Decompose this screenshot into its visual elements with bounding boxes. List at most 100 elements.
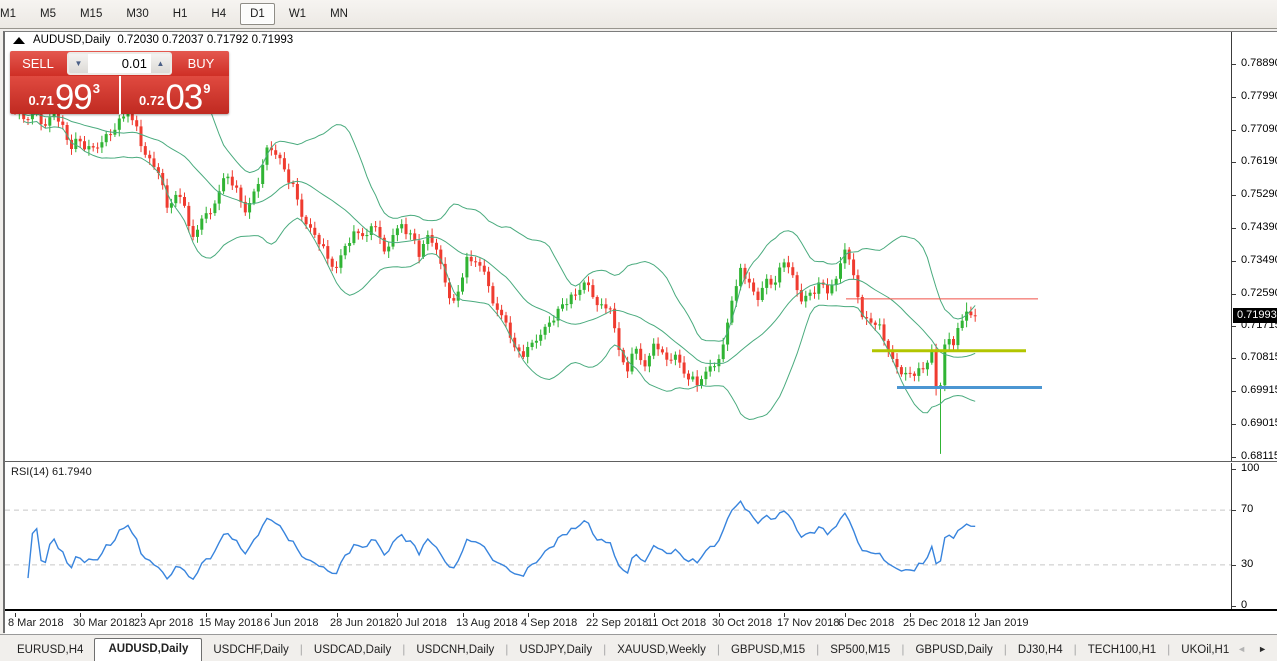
scroll-tabs-left-icon[interactable]: ◄ [1237, 644, 1246, 654]
rsi-indicator-panel[interactable]: RSI(14) 61.7940 100 70 30 0 [5, 463, 1277, 611]
chart-tab-usdcnh-daily[interactable]: USDCNH,Daily [405, 640, 505, 661]
chart-tab-sp500-m15[interactable]: SP500,M15 [819, 640, 901, 661]
price-tick [1232, 294, 1236, 295]
rsi-tick [1232, 565, 1236, 566]
date-tick-label: 28 Jun 2018 [330, 617, 391, 629]
timeframe-buttons: M1M5M15M30H1H4D1W1MN [0, 2, 360, 26]
rsi-indicator-label: RSI(14) 61.7940 [11, 466, 92, 478]
price-tick [1232, 424, 1236, 425]
timeframe-button-d1[interactable]: D1 [240, 3, 275, 25]
date-tick-label: 23 Apr 2018 [134, 617, 193, 629]
date-tick-label: 15 May 2018 [199, 617, 263, 629]
chart-tab-usdchf-daily[interactable]: USDCHF,Daily [202, 640, 299, 661]
sell-price-pip: 3 [93, 81, 100, 96]
price-tick [1232, 358, 1236, 359]
chart-tab-eurusd-h4[interactable]: EURUSD,H4 [6, 640, 94, 661]
timeframe-button-h1[interactable]: H1 [163, 3, 198, 25]
rsi-tick-label: 70 [1241, 503, 1253, 515]
chart-tabs: EURUSD,H4AUDUSD,DailyUSDCHF,Daily|USDCAD… [6, 637, 1237, 661]
date-tick-label: 30 Oct 2018 [712, 617, 772, 629]
chart-tab-bar: EURUSD,H4AUDUSD,DailyUSDCHF,Daily|USDCAD… [0, 634, 1277, 661]
tab-scroll-controls: ◄ ► [1237, 644, 1277, 661]
current-price-badge: 0.71993 [1233, 308, 1277, 323]
chart-tab-dj30-h4[interactable]: DJ30,H4 [1007, 640, 1074, 661]
chart-shift-marker-icon [12, 35, 26, 45]
price-tick-label: 0.72590 [1241, 287, 1277, 299]
chart-tab-ukoil-h1[interactable]: UKOil,H1 [1170, 640, 1237, 661]
price-tick [1232, 391, 1236, 392]
rsi-tick-label: 100 [1241, 463, 1259, 474]
sell-price-display[interactable]: 0.71 99 3 [10, 76, 119, 114]
price-tick [1232, 97, 1236, 98]
price-tick [1232, 228, 1236, 229]
price-tick [1232, 64, 1236, 65]
date-tick-label: 4 Sep 2018 [521, 617, 577, 629]
date-tick-label: 25 Dec 2018 [903, 617, 965, 629]
chart-tab-audusd-daily[interactable]: AUDUSD,Daily [94, 638, 202, 661]
price-tick-label: 0.77990 [1241, 90, 1277, 102]
chart-title: AUDUSD,Daily [33, 34, 110, 46]
date-tick-label: 6 Jun 2018 [264, 617, 318, 629]
chart-tab-xauusd-weekly[interactable]: XAUUSD,Weekly [606, 640, 717, 661]
date-tick-label: 30 Mar 2018 [73, 617, 135, 629]
timeframe-button-m5[interactable]: M5 [30, 3, 66, 25]
price-tick [1232, 326, 1236, 327]
price-chart-panel[interactable]: 0.788900.779900.770900.761900.752900.743… [5, 32, 1277, 462]
price-tick [1232, 195, 1236, 196]
price-tick-label: 0.76190 [1241, 155, 1277, 167]
sell-button[interactable]: SELL [10, 51, 66, 76]
buy-price-big: 03 [165, 84, 202, 113]
timeframe-button-m15[interactable]: M15 [70, 3, 112, 25]
chart-tab-tech100-h1[interactable]: TECH100,H1 [1077, 640, 1167, 661]
chart-ohlc-values: 0.72030 0.72037 0.71792 0.71993 [117, 34, 293, 46]
date-tick-label: 17 Nov 2018 [777, 617, 839, 629]
chart-window: 0.788900.779900.770900.761900.752900.743… [3, 31, 1277, 633]
price-tick-label: 0.70815 [1241, 351, 1277, 363]
price-tick-label: 0.77090 [1241, 123, 1277, 135]
timeframe-button-m30[interactable]: M30 [116, 3, 158, 25]
volume-decrease-button[interactable]: ▼ [69, 54, 88, 73]
chart-tab-gbpusd-daily[interactable]: GBPUSD,Daily [904, 640, 1003, 661]
price-tick-label: 0.74390 [1241, 221, 1277, 233]
rsi-tick [1232, 606, 1236, 607]
one-click-trade-widget: SELL ▼ ▲ BUY 0.71 99 3 0.72 03 9 [10, 51, 229, 114]
date-tick-label: 6 Dec 2018 [838, 617, 894, 629]
rsi-chart [5, 463, 1231, 609]
scroll-tabs-right-icon[interactable]: ► [1258, 644, 1267, 654]
rsi-tick [1232, 510, 1236, 511]
volume-increase-button[interactable]: ▲ [151, 54, 170, 73]
date-tick-label: 8 Mar 2018 [8, 617, 64, 629]
buy-price-pip: 9 [203, 81, 210, 96]
price-tick-label: 0.68115 [1241, 450, 1277, 462]
timeframe-button-h4[interactable]: H4 [201, 3, 236, 25]
timeframe-button-w1[interactable]: W1 [279, 3, 316, 25]
rsi-axis-border [1231, 463, 1232, 609]
date-tick-label: 13 Aug 2018 [456, 617, 518, 629]
volume-input[interactable] [88, 54, 151, 73]
chart-tab-usdjpy-daily[interactable]: USDJPY,Daily [508, 640, 603, 661]
date-tick-label: 20 Jul 2018 [390, 617, 447, 629]
chart-tab-gbpusd-m15[interactable]: GBPUSD,M15 [720, 640, 816, 661]
price-tick-label: 0.75290 [1241, 188, 1277, 200]
timeframe-button-mn[interactable]: MN [320, 3, 358, 25]
price-tick [1232, 457, 1236, 458]
timeframe-button-m1[interactable]: M1 [0, 3, 26, 25]
date-tick-label: 11 Oct 2018 [647, 617, 706, 629]
buy-price-display[interactable]: 0.72 03 9 [121, 76, 230, 114]
volume-spinner: ▼ ▲ [67, 52, 172, 75]
date-axis: 8 Mar 2018 30 Mar 201823 Apr 2018 15 May 2… [5, 613, 1277, 634]
price-tick [1232, 162, 1236, 163]
price-tick [1232, 130, 1236, 131]
chart-title-row: AUDUSD,Daily 0.72030 0.72037 0.71792 0.7… [12, 34, 293, 46]
price-tick-label: 0.73490 [1241, 254, 1277, 266]
chart-tab-usdcad-daily[interactable]: USDCAD,Daily [303, 640, 402, 661]
buy-price-prefix: 0.72 [139, 93, 164, 108]
rsi-tick-label: 0 [1241, 599, 1247, 611]
price-tick [1232, 261, 1236, 262]
sell-price-prefix: 0.71 [29, 93, 54, 108]
price-tick-label: 0.69015 [1241, 417, 1277, 429]
date-tick-label: 22 Sep 2018 [586, 617, 648, 629]
rsi-tick-label: 30 [1241, 558, 1253, 570]
buy-button[interactable]: BUY [173, 51, 229, 76]
price-tick-label: 0.69915 [1241, 384, 1277, 396]
